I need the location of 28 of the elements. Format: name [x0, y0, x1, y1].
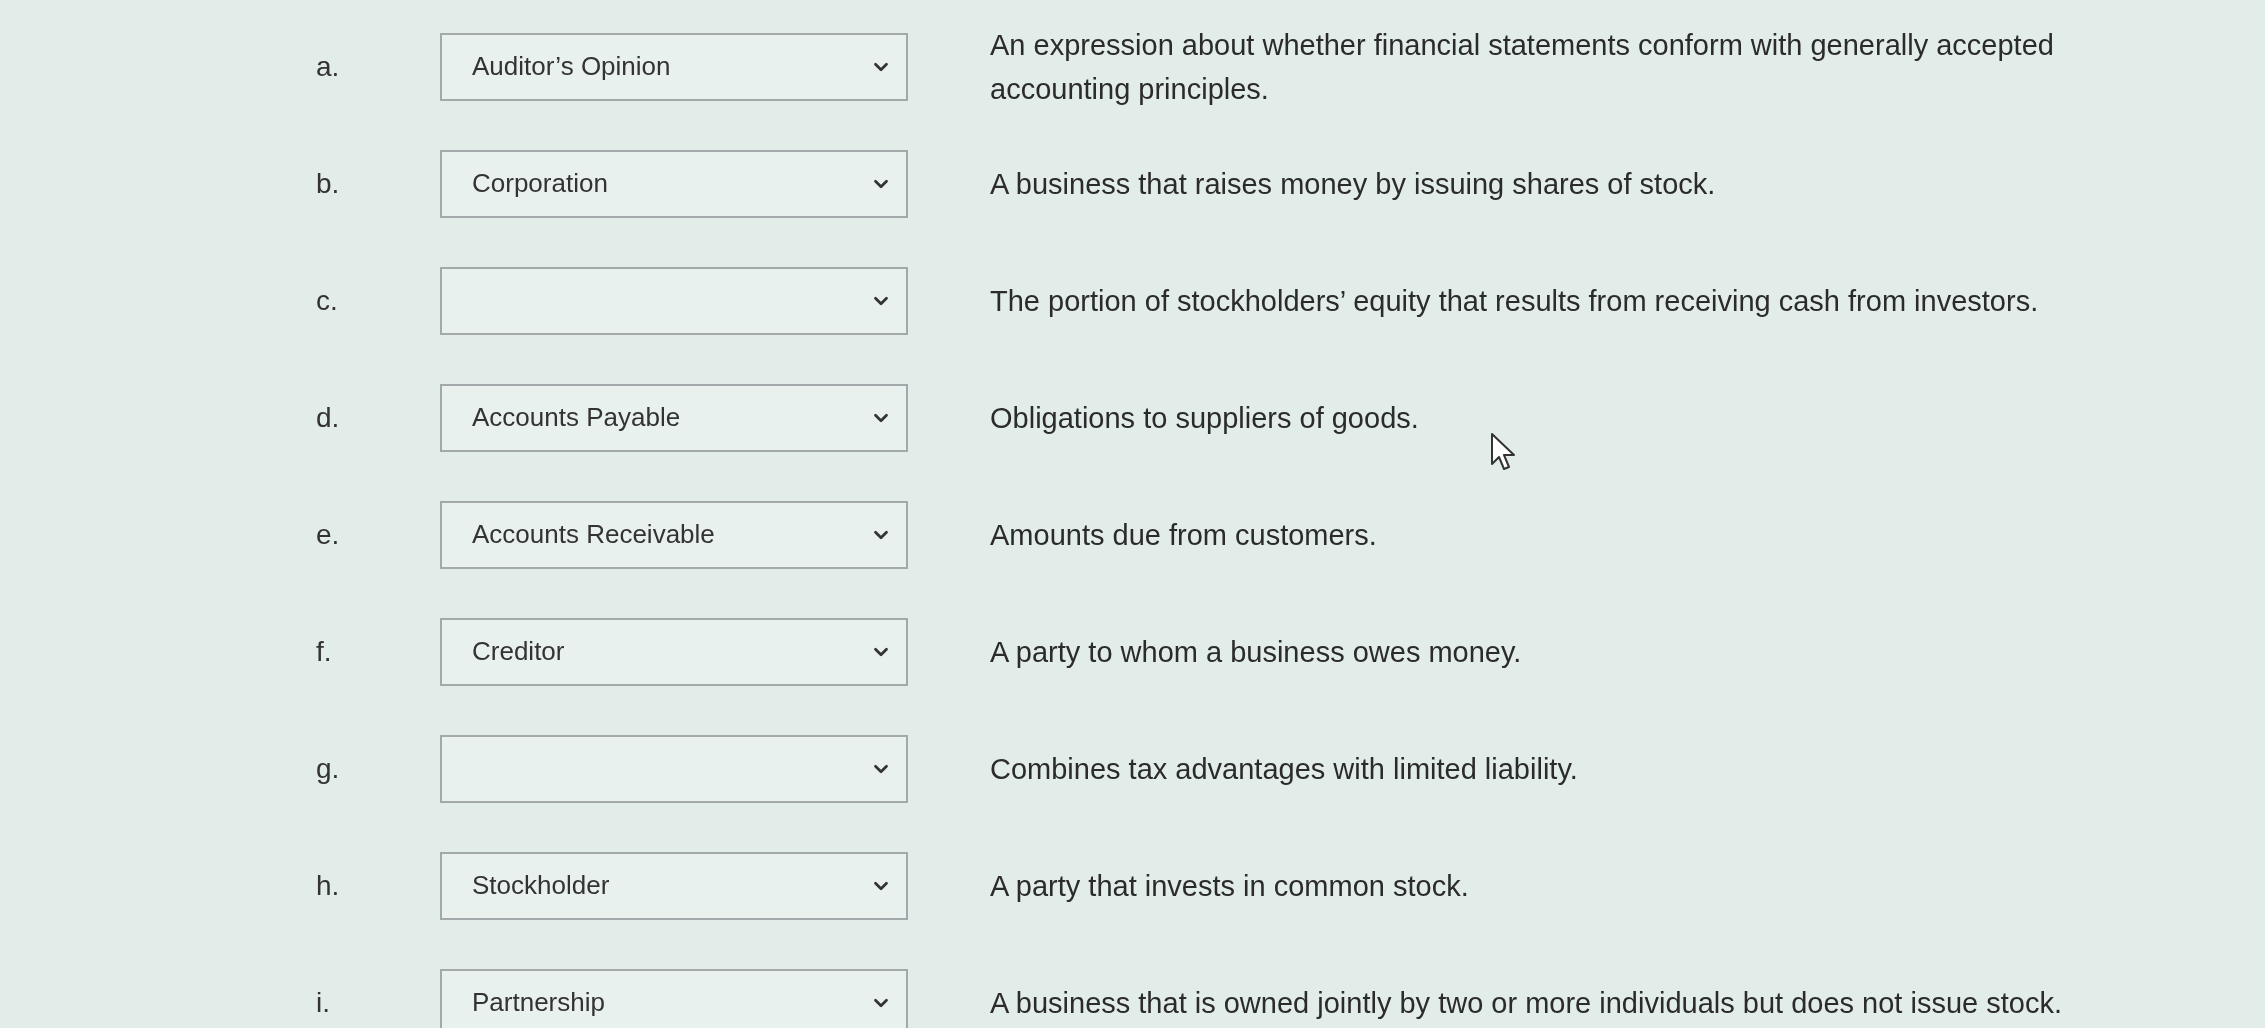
item-letter: b. [316, 166, 341, 201]
definition-text: The portion of stockholders’ equity that results from receiving cash from investors. [990, 283, 2039, 319]
item-letter: c. [316, 283, 339, 318]
answer-dropdown[interactable]: Auditor’s Opinion [440, 32, 908, 101]
item-letter: h. [316, 868, 341, 903]
definition-text: Combines tax advantages with limited liability. [990, 751, 1578, 787]
item-letter: d. [316, 400, 341, 435]
answer-dropdown[interactable]: Corporation [440, 149, 908, 218]
definition-text: A business that is owned jointly by two or more individuals but does not issue stock. [990, 985, 2062, 1021]
answer-dropdown[interactable]: Accounts Payable [440, 383, 908, 452]
definition-text: A party that invests in common stock. [990, 868, 1469, 904]
answer-dropdown[interactable]: Accounts Receivable [440, 500, 908, 569]
answer-dropdown[interactable] [440, 734, 908, 803]
answer-dropdown[interactable]: Partnership [440, 968, 908, 1028]
answer-dropdown[interactable]: Creditor [440, 617, 908, 686]
item-letter: g. [316, 751, 341, 786]
definition-text: A party to whom a business owes money. [990, 634, 1522, 670]
item-letter: f. [316, 634, 333, 669]
answer-dropdown[interactable] [440, 266, 908, 335]
item-letter: i. [316, 985, 331, 1020]
item-letter: a. [316, 49, 341, 84]
mouse-cursor-icon [1490, 432, 1516, 472]
definition-text: A business that raises money by issuing shares of stock. [990, 166, 1716, 202]
answer-dropdown[interactable]: Stockholder [440, 851, 908, 920]
definition-text: An expression about whether financial statements conform with generally accepted accounting principles. [990, 27, 2055, 107]
definition-text: Obligations to suppliers of goods. [990, 400, 1419, 436]
item-letter: e. [316, 517, 341, 552]
definition-text: Amounts due from customers. [990, 517, 1377, 553]
